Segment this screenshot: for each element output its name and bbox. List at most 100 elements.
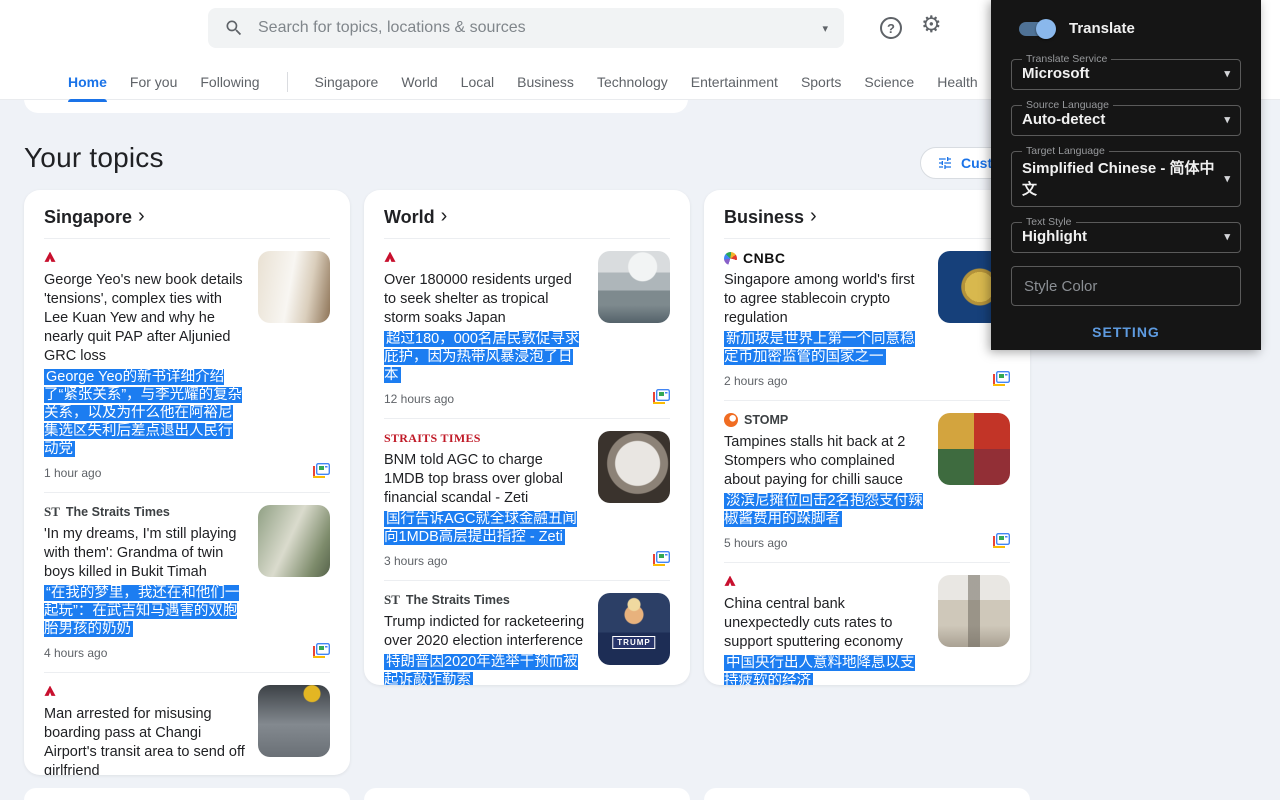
- cnbc-peacock-icon: [724, 252, 737, 265]
- translated-text: 淡滨尼摊位回击2名抱怨支付辣椒酱费用的跺脚者: [724, 492, 926, 528]
- article-title[interactable]: BNM told AGC to charge 1MDB top brass ov…: [384, 451, 586, 508]
- source-row: ST The Straits Times: [44, 503, 246, 521]
- translate-toggle[interactable]: [1019, 22, 1053, 36]
- search-bar[interactable]: ▾: [208, 8, 844, 48]
- article-thumbnail[interactable]: [938, 413, 1010, 485]
- full-coverage-icon[interactable]: [312, 643, 330, 664]
- tab-science[interactable]: Science: [864, 74, 914, 96]
- source-row: [724, 573, 926, 591]
- source-language-select[interactable]: Source Language Auto-detect ▾: [1011, 99, 1241, 136]
- article-thumbnail[interactable]: TRUMP: [598, 593, 670, 665]
- source-name: The Straits Times: [406, 593, 510, 607]
- translate-service-select[interactable]: Translate Service Microsoft▾: [1011, 53, 1241, 90]
- article: STOMP Tampines stalls hit back at 2 Stom…: [724, 401, 1010, 563]
- chevron-right-icon: ›: [441, 205, 448, 228]
- tab-technology[interactable]: Technology: [597, 74, 668, 96]
- chevron-right-icon: ›: [810, 205, 817, 228]
- new-straits-times-logo: Straits Times: [384, 431, 481, 446]
- article-title[interactable]: Tampines stalls hit back at 2 Stompers w…: [724, 433, 926, 490]
- translated-text: 中国央行出人意料地降息以支持疲软的经济: [724, 654, 926, 685]
- article: Man arrested for misusing boarding pass …: [44, 673, 330, 775]
- tab-health[interactable]: Health: [937, 74, 977, 96]
- full-coverage-icon[interactable]: [992, 371, 1010, 392]
- tab-sports[interactable]: Sports: [801, 74, 841, 96]
- card-title: World: [384, 207, 435, 228]
- card-world: World › Over 180000 residents urged to s…: [364, 190, 690, 685]
- card-header-business[interactable]: Business ›: [724, 190, 1010, 239]
- translated-text: 新加坡是世界上第一个同意稳定币加密监管的国家之一: [724, 330, 926, 366]
- style-color-input[interactable]: [1011, 266, 1241, 306]
- timestamp: 5 hours ago: [724, 536, 787, 550]
- toggle-knob: [1036, 19, 1056, 39]
- thumbnail-text: TRUMP: [612, 636, 655, 649]
- tab-home[interactable]: Home: [68, 74, 107, 96]
- tab-for-you[interactable]: For you: [130, 74, 177, 96]
- article-thumbnail[interactable]: [258, 251, 330, 323]
- full-coverage-icon[interactable]: [652, 551, 670, 572]
- full-coverage-icon[interactable]: [312, 463, 330, 484]
- source-row: STOMP: [724, 411, 926, 429]
- article-title[interactable]: Trump indicted for racketeering over 202…: [384, 613, 586, 651]
- article-thumbnail[interactable]: [938, 575, 1010, 647]
- translated-text: 超过180，000名居民敦促寻求庇护，因为热带风暴浸泡了日本: [384, 330, 586, 384]
- source-row: [384, 249, 586, 267]
- cna-logo-icon: [44, 252, 56, 265]
- timestamp: 3 hours ago: [384, 554, 447, 568]
- article: ST The Straits Times 'In my dreams, I'm …: [44, 493, 330, 673]
- translated-text: “在我的梦里，我还在和他们一起玩”：在武吉知马遇害的双胞胎男孩的奶奶: [44, 584, 246, 638]
- tab-following[interactable]: Following: [200, 74, 259, 96]
- search-input[interactable]: [256, 18, 810, 38]
- article-title[interactable]: Over 180000 residents urged to seek shel…: [384, 271, 586, 328]
- search-icon: [224, 18, 244, 38]
- article-title[interactable]: George Yeo's new book details 'tensions'…: [44, 271, 246, 366]
- article-thumbnail[interactable]: [258, 505, 330, 577]
- text-style-select[interactable]: Text Style Highlight▾: [1011, 216, 1241, 253]
- field-label: Source Language: [1022, 99, 1113, 111]
- tab-world[interactable]: World: [401, 74, 437, 96]
- field-value: Simplified Chinese - 简体中文: [1022, 157, 1224, 199]
- card-header-singapore[interactable]: Singapore ›: [44, 190, 330, 239]
- chevron-down-icon: ▾: [1224, 113, 1230, 126]
- article-title[interactable]: 'In my dreams, I'm still playing with th…: [44, 525, 246, 582]
- card-header-world[interactable]: World ›: [384, 190, 670, 239]
- article: China central bank unexpectedly cuts rat…: [724, 563, 1010, 685]
- article-thumbnail[interactable]: [598, 251, 670, 323]
- field-label: Text Style: [1022, 216, 1076, 228]
- tab-business[interactable]: Business: [517, 74, 574, 96]
- timestamp: 2 hours ago: [724, 374, 787, 388]
- tab-singapore[interactable]: Singapore: [315, 74, 379, 96]
- field-value: Microsoft: [1022, 65, 1090, 82]
- timestamp: 12 hours ago: [384, 392, 454, 406]
- cna-logo-icon: [384, 252, 396, 265]
- settings-gear-icon[interactable]: ⚙: [921, 13, 942, 36]
- field-value: Auto-detect: [1022, 111, 1105, 128]
- source-row: [44, 683, 246, 701]
- translate-extension-panel: Translate Translate Service Microsoft▾ S…: [991, 0, 1261, 350]
- chevron-down-icon: ▾: [1224, 67, 1230, 80]
- full-coverage-icon[interactable]: [652, 389, 670, 410]
- translated-text: George Yeo的新书详细介绍了“紧张关系”，与李光耀的复杂关系，以及为什么…: [44, 368, 246, 458]
- article: CNBC Singapore among world's first to ag…: [724, 239, 1010, 401]
- target-language-select[interactable]: Target Language Simplified Chinese - 简体中…: [1011, 145, 1241, 207]
- source-row: [44, 249, 246, 267]
- help-icon[interactable]: ?: [880, 17, 902, 39]
- nav-tabs: Home For you Following Singapore World L…: [68, 72, 978, 98]
- setting-link[interactable]: SETTING: [1011, 324, 1241, 340]
- cna-logo-icon: [44, 686, 56, 699]
- next-card-top: [24, 788, 350, 800]
- full-coverage-icon[interactable]: [992, 533, 1010, 554]
- article-title[interactable]: Man arrested for misusing boarding pass …: [44, 705, 246, 775]
- article-thumbnail[interactable]: [258, 685, 330, 757]
- tab-entertainment[interactable]: Entertainment: [691, 74, 778, 96]
- card-singapore: Singapore › George Yeo's new book detail…: [24, 190, 350, 775]
- source-row: Straits Times: [384, 429, 586, 447]
- article-title[interactable]: China central bank unexpectedly cuts rat…: [724, 595, 926, 652]
- straits-times-logo-icon: ST: [44, 504, 60, 520]
- search-dropdown-caret-icon[interactable]: ▾: [822, 22, 828, 35]
- article: Straits Times BNM told AGC to charge 1MD…: [384, 419, 670, 581]
- article-thumbnail[interactable]: [598, 431, 670, 503]
- tab-local[interactable]: Local: [461, 74, 494, 96]
- card-title: Business: [724, 207, 804, 228]
- article: TRUMP ST The Straits Times Trump indicte…: [384, 581, 670, 685]
- article-title[interactable]: Singapore among world's first to agree s…: [724, 271, 926, 328]
